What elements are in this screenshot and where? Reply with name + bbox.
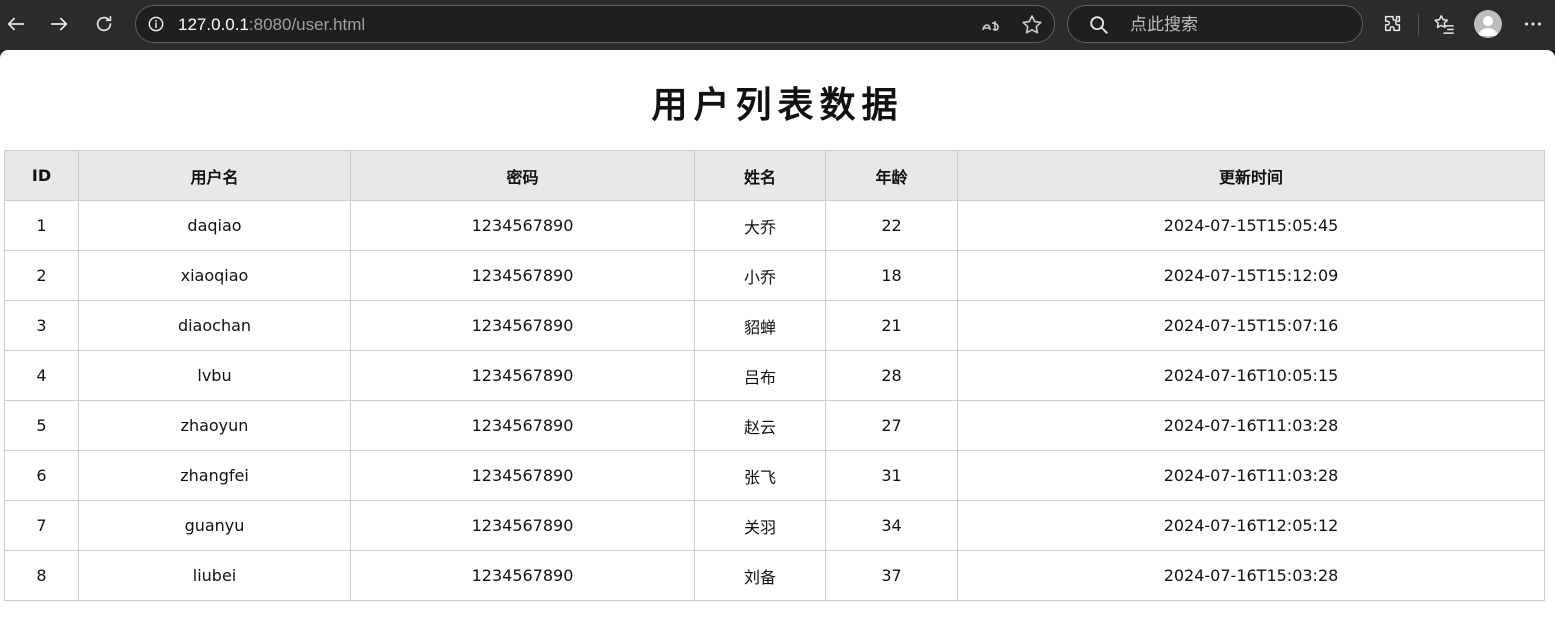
favorite-star-icon[interactable] xyxy=(1020,13,1044,37)
cell-name: 张飞 xyxy=(694,450,826,501)
header-username: 用户名 xyxy=(78,150,351,201)
favorites-icon[interactable] xyxy=(1429,9,1459,39)
cell-updated-time: 2024-07-15T15:07:16 xyxy=(957,300,1545,351)
cell-password: 1234567890 xyxy=(350,400,695,451)
cell-username: liubei xyxy=(78,550,351,601)
cell-id: 7 xyxy=(4,500,79,551)
header-updated-time: 更新时间 xyxy=(957,150,1545,201)
cell-name: 貂蝉 xyxy=(694,300,826,351)
cell-id: 3 xyxy=(4,300,79,351)
cell-password: 1234567890 xyxy=(350,300,695,351)
cell-password: 1234567890 xyxy=(350,450,695,501)
cell-username: zhaoyun xyxy=(78,400,351,451)
table-row: 1 daqiao 1234567890 大乔 22 2024-07-15T15:… xyxy=(4,200,1545,251)
cell-name: 关羽 xyxy=(694,500,826,551)
cell-updated-time: 2024-07-16T10:05:15 xyxy=(957,350,1545,401)
cell-age: 18 xyxy=(825,250,958,301)
cell-password: 1234567890 xyxy=(350,500,695,551)
cell-updated-time: 2024-07-16T15:03:28 xyxy=(957,550,1545,601)
cell-name: 小乔 xyxy=(694,250,826,301)
table-row: 6 zhangfei 1234567890 张飞 31 2024-07-16T1… xyxy=(4,450,1545,501)
header-name: 姓名 xyxy=(694,150,826,201)
table-row: 8 liubei 1234567890 刘备 37 2024-07-16T15:… xyxy=(4,550,1545,601)
header-age: 年龄 xyxy=(825,150,958,201)
cell-username: zhangfei xyxy=(78,450,351,501)
url-host: 127.0.0.1 xyxy=(178,15,249,34)
cell-age: 37 xyxy=(825,550,958,601)
cell-name: 大乔 xyxy=(694,200,826,251)
cell-password: 1234567890 xyxy=(350,350,695,401)
page-title: 用户列表数据 xyxy=(651,84,904,126)
cell-id: 5 xyxy=(4,400,79,451)
profile-avatar-icon[interactable] xyxy=(1474,10,1502,38)
cell-name: 吕布 xyxy=(694,350,826,401)
cell-username: lvbu xyxy=(78,350,351,401)
url-text[interactable]: 127.0.0.1:8080/user.html xyxy=(178,15,365,35)
browser-toolbar: 127.0.0.1:8080/user.html xyxy=(0,0,1555,50)
toolbar-separator xyxy=(1418,14,1419,36)
cell-updated-time: 2024-07-15T15:05:45 xyxy=(957,200,1545,251)
cell-password: 1234567890 xyxy=(350,250,695,301)
cell-name: 赵云 xyxy=(694,400,826,451)
cell-id: 8 xyxy=(4,550,79,601)
cell-id: 4 xyxy=(4,350,79,401)
extensions-icon[interactable] xyxy=(1378,9,1408,39)
refresh-icon[interactable] xyxy=(88,8,120,40)
address-bar[interactable]: 127.0.0.1:8080/user.html xyxy=(135,5,1055,43)
cell-updated-time: 2024-07-16T12:05:12 xyxy=(957,500,1545,551)
more-menu-icon[interactable] xyxy=(1518,9,1548,39)
cell-name: 刘备 xyxy=(694,550,826,601)
cell-username: guanyu xyxy=(78,500,351,551)
cell-age: 22 xyxy=(825,200,958,251)
cell-age: 28 xyxy=(825,350,958,401)
cell-age: 21 xyxy=(825,300,958,351)
page-viewport: 用户列表数据 ID 用户名 密码 姓名 年龄 更新时间 1 daqiao 123… xyxy=(0,50,1555,636)
cell-username: xiaoqiao xyxy=(78,250,351,301)
cell-updated-time: 2024-07-16T11:03:28 xyxy=(957,450,1545,501)
table-row: 3 diaochan 1234567890 貂蝉 21 2024-07-15T1… xyxy=(4,300,1545,351)
cell-password: 1234567890 xyxy=(350,200,695,251)
cell-id: 6 xyxy=(4,450,79,501)
cell-id: 2 xyxy=(4,250,79,301)
header-password: 密码 xyxy=(350,150,695,201)
search-input[interactable] xyxy=(1128,12,1352,38)
cell-updated-time: 2024-07-16T11:03:28 xyxy=(957,400,1545,451)
cell-age: 31 xyxy=(825,450,958,501)
cell-id: 1 xyxy=(4,200,79,251)
table-row: 4 lvbu 1234567890 吕布 28 2024-07-16T10:05… xyxy=(4,350,1545,401)
cell-password: 1234567890 xyxy=(350,550,695,601)
user-table: ID 用户名 密码 姓名 年龄 更新时间 1 daqiao 1234567890… xyxy=(4,150,1545,601)
cell-username: diaochan xyxy=(78,300,351,351)
back-icon[interactable] xyxy=(0,8,32,40)
table-header-row: ID 用户名 密码 姓名 年龄 更新时间 xyxy=(4,150,1545,201)
cell-age: 34 xyxy=(825,500,958,551)
translate-icon[interactable] xyxy=(979,13,1003,37)
table-row: 5 zhaoyun 1234567890 赵云 27 2024-07-16T11… xyxy=(4,400,1545,451)
cell-username: daqiao xyxy=(78,200,351,251)
table-row: 2 xiaoqiao 1234567890 小乔 18 2024-07-15T1… xyxy=(4,250,1545,301)
table-row: 7 guanyu 1234567890 关羽 34 2024-07-16T12:… xyxy=(4,500,1545,551)
url-path: :8080/user.html xyxy=(248,15,366,34)
search-bar[interactable] xyxy=(1067,5,1363,43)
search-icon xyxy=(1088,14,1110,36)
forward-icon[interactable] xyxy=(43,8,75,40)
cell-updated-time: 2024-07-15T15:12:09 xyxy=(957,250,1545,301)
cell-age: 27 xyxy=(825,400,958,451)
header-id: ID xyxy=(4,150,79,201)
site-info-icon[interactable] xyxy=(146,14,166,34)
